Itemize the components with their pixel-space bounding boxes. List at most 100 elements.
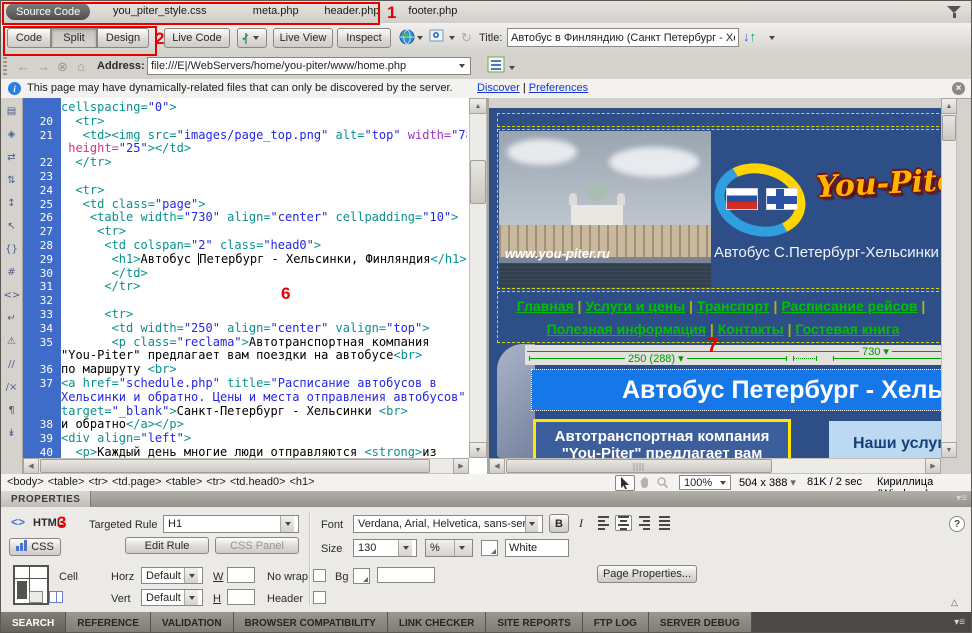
page-properties-button[interactable]: Page Properties... [597, 565, 697, 583]
preview-dropdown-arrow[interactable] [417, 36, 423, 40]
properties-tab[interactable]: PROPERTIES [1, 491, 91, 507]
open-documents-icon[interactable]: ▤ [4, 104, 20, 119]
results-panel-menu-icon[interactable]: ▾≡ [954, 617, 965, 628]
code-editor[interactable]: cellspacing="0">20 <tr>21 <td><img src="… [23, 101, 467, 458]
code-line[interactable]: 39<div align="left"> [23, 432, 467, 446]
live-code-button[interactable]: Live Code [164, 28, 230, 48]
magnification-dropdown[interactable]: 100% [679, 475, 731, 490]
more-icon[interactable]: ↡ [4, 426, 20, 441]
code-vscroll-thumb[interactable] [470, 160, 486, 204]
bold-button[interactable]: B [549, 514, 569, 533]
code-line[interactable]: "You-Piter" предлагает вам поездки на ав… [23, 349, 467, 363]
code-line[interactable]: 38и обратно</a></p> [23, 418, 467, 432]
design-h1-heading[interactable]: Автобус Петербург - Хельсинки [531, 369, 957, 411]
forward-icon[interactable]: → [37, 59, 50, 74]
design-nav-link[interactable]: Услуги и цены [585, 298, 685, 314]
results-tab-server-debug[interactable]: SERVER DEBUG [649, 612, 752, 633]
address-dropdown-arrow[interactable] [459, 64, 465, 68]
code-line[interactable]: 23 [23, 170, 467, 184]
code-line[interactable]: Хельсинки и обратно. Цены и места отправ… [23, 391, 467, 405]
source-code-tab[interactable]: Source Code [6, 3, 90, 20]
results-tab-site-reports[interactable]: SITE REPORTS [486, 612, 582, 633]
edit-rule-button[interactable]: Edit Rule [125, 537, 209, 554]
design-nav-link[interactable]: Контакты [718, 321, 784, 337]
split-cell-icon[interactable] [49, 591, 63, 603]
size-unit-dropdown[interactable]: % [425, 539, 473, 557]
code-line[interactable]: 29 <h1>Автобус Петербург - Хельсинки, Фи… [23, 253, 467, 267]
home-icon[interactable]: ⌂ [77, 59, 85, 74]
design-left-column[interactable]: Автотранспортная компания "You-Piter" пр… [533, 419, 791, 458]
filter-icon[interactable] [947, 6, 963, 18]
text-color-input[interactable] [505, 539, 569, 557]
visual-aids-dropdown-arrow[interactable] [449, 36, 455, 40]
code-line[interactable]: 34 <td width="250" align="center" valign… [23, 322, 467, 336]
results-tab-validation[interactable]: VALIDATION [151, 612, 234, 633]
height-input[interactable] [227, 589, 255, 605]
table-width-indicator[interactable]: 730 ▾ 250 (288) ▾ [525, 345, 957, 365]
table-width-label[interactable]: 730 ▾ [859, 345, 892, 358]
related-file-tab[interactable]: you_piter_style.css [113, 5, 207, 17]
page-title-input[interactable] [507, 28, 739, 47]
collapse-full-tag-icon[interactable]: ⇄ [4, 150, 20, 165]
address-input[interactable] [147, 57, 471, 75]
tag-selector-item[interactable]: <body> [7, 476, 44, 488]
file-management-dropdown-arrow[interactable] [769, 36, 775, 40]
results-tab-reference[interactable]: REFERENCE [66, 612, 151, 633]
file-management-icon[interactable]: ↓↑ [743, 29, 756, 44]
code-line[interactable]: 40 <p>Каждый день многие люди отправляют… [23, 446, 467, 458]
back-icon[interactable]: ← [17, 59, 30, 74]
preview-in-browser-icon[interactable] [399, 29, 415, 50]
code-line[interactable]: cellspacing="0"> [23, 101, 467, 115]
code-line[interactable]: 30 </td> [23, 267, 467, 281]
collapse-selection-icon[interactable]: ⇅ [4, 173, 20, 188]
code-line[interactable]: 22 </tr> [23, 156, 467, 170]
pointer-tool-icon[interactable] [615, 475, 635, 491]
results-tab-search[interactable]: SEARCH [1, 612, 66, 633]
inspect-button[interactable]: Inspect [337, 28, 391, 48]
design-nav-link[interactable]: Главная [517, 298, 574, 314]
tag-selector-item[interactable]: <tr> [206, 476, 226, 488]
design-right-column[interactable]: Наши услуги [829, 421, 957, 458]
code-vscrollbar[interactable] [469, 98, 487, 458]
code-line[interactable]: 36по маршруту <br> [23, 363, 467, 377]
highlight-invalid-code-icon[interactable]: <> [4, 288, 20, 303]
results-tab-link-checker[interactable]: LINK CHECKER [388, 612, 487, 633]
tag-selector-item[interactable]: <table> [48, 476, 85, 488]
select-parent-tag-icon[interactable]: ↖ [4, 219, 20, 234]
word-wrap-icon[interactable]: ↵ [4, 311, 20, 326]
design-nav-link[interactable]: Полезная информация [547, 321, 706, 337]
toolbar-grip[interactable] [3, 57, 7, 75]
code-navigator-icon[interactable]: ◈ [4, 127, 20, 142]
close-info-bar-icon[interactable]: × [952, 82, 965, 95]
scroll-down-icon[interactable]: ▼ [469, 442, 487, 458]
zoom-tool-icon[interactable] [653, 475, 671, 489]
related-file-tab[interactable]: footer.php [408, 5, 457, 17]
design-vscrollbar[interactable] [941, 98, 957, 458]
syntax-error-alerts-icon[interactable]: ⚠ [4, 334, 20, 349]
css-mode-button[interactable]: CSS [9, 538, 61, 556]
align-right-icon[interactable] [636, 515, 653, 531]
code-line[interactable]: 24 <tr> [23, 184, 467, 198]
design-canvas[interactable]: www.you-piter.ru You-Piter Автобус С.Пет… [489, 108, 957, 458]
scroll-left-icon[interactable]: ◀ [489, 458, 505, 474]
design-view-button[interactable]: Design [97, 28, 149, 48]
tag-selector-item[interactable]: <h1> [290, 476, 315, 488]
live-view-button[interactable]: Live View [273, 28, 333, 48]
align-left-icon[interactable] [595, 515, 612, 531]
size-dropdown[interactable]: 130 [353, 539, 417, 557]
bg-color-swatch[interactable] [353, 568, 370, 584]
split-view-button[interactable]: Split [51, 28, 97, 48]
design-nav-link[interactable]: Гостевая книга [795, 321, 899, 337]
code-line[interactable]: 20 <tr> [23, 115, 467, 129]
text-color-swatch[interactable] [481, 540, 498, 556]
code-line[interactable]: 27 <tr> [23, 225, 467, 239]
code-line[interactable]: 35 <p class="reclama">Автотранспортная к… [23, 336, 467, 350]
preferences-link[interactable]: Preferences [529, 82, 588, 94]
results-tab-browser-compatibility[interactable]: BROWSER COMPATIBILITY [234, 612, 388, 633]
window-size-dropdown[interactable]: 504 x 388 ▾ [739, 476, 796, 489]
align-center-icon[interactable] [615, 515, 632, 531]
targeted-rule-dropdown[interactable]: H1 [163, 515, 299, 533]
visual-aids-icon[interactable] [429, 29, 447, 49]
design-hscroll-thumb[interactable] [506, 459, 772, 473]
line-numbers-icon[interactable]: # [4, 265, 20, 280]
